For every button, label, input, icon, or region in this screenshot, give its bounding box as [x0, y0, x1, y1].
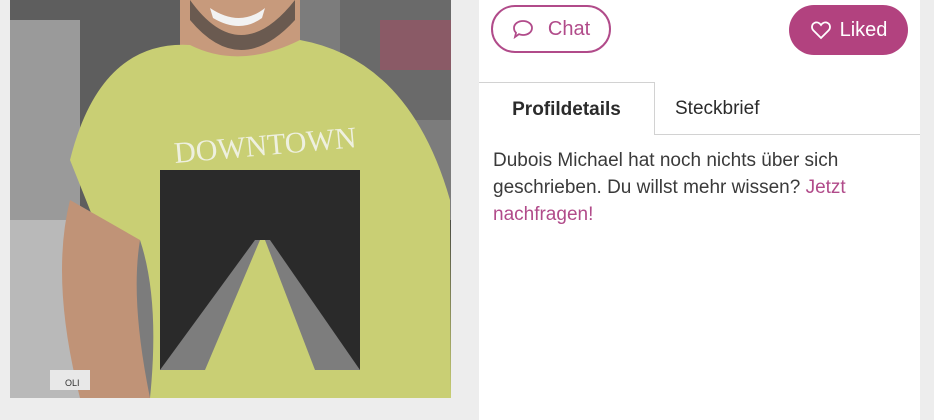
liked-button[interactable]: Liked — [789, 5, 908, 55]
tab-profildetails[interactable]: Profildetails — [479, 82, 655, 135]
profile-photo-illustration: DOWNTOWN OLI — [10, 0, 451, 398]
speech-bubble-icon — [512, 20, 533, 39]
about-text-body: Dubois Michael hat noch nichts über sich… — [493, 150, 839, 198]
tab-profildetails-label: Profildetails — [512, 99, 621, 120]
shirt-tag-text: OLI — [65, 378, 80, 388]
profile-panel: Chat Liked Profildetails Steckbrief Dubo… — [479, 0, 920, 420]
heart-icon — [810, 21, 831, 40]
liked-button-label: Liked — [839, 18, 888, 41]
chat-button-label: Chat — [547, 17, 591, 40]
about-text: Dubois Michael hat noch nichts über sich… — [493, 147, 893, 228]
tab-steckbrief-label: Steckbrief — [675, 97, 760, 119]
chat-button[interactable]: Chat — [491, 5, 611, 53]
profile-tabs: Profildetails Steckbrief — [479, 82, 920, 135]
profile-photo[interactable]: DOWNTOWN OLI — [10, 0, 451, 398]
tab-steckbrief[interactable]: Steckbrief — [675, 82, 759, 139]
